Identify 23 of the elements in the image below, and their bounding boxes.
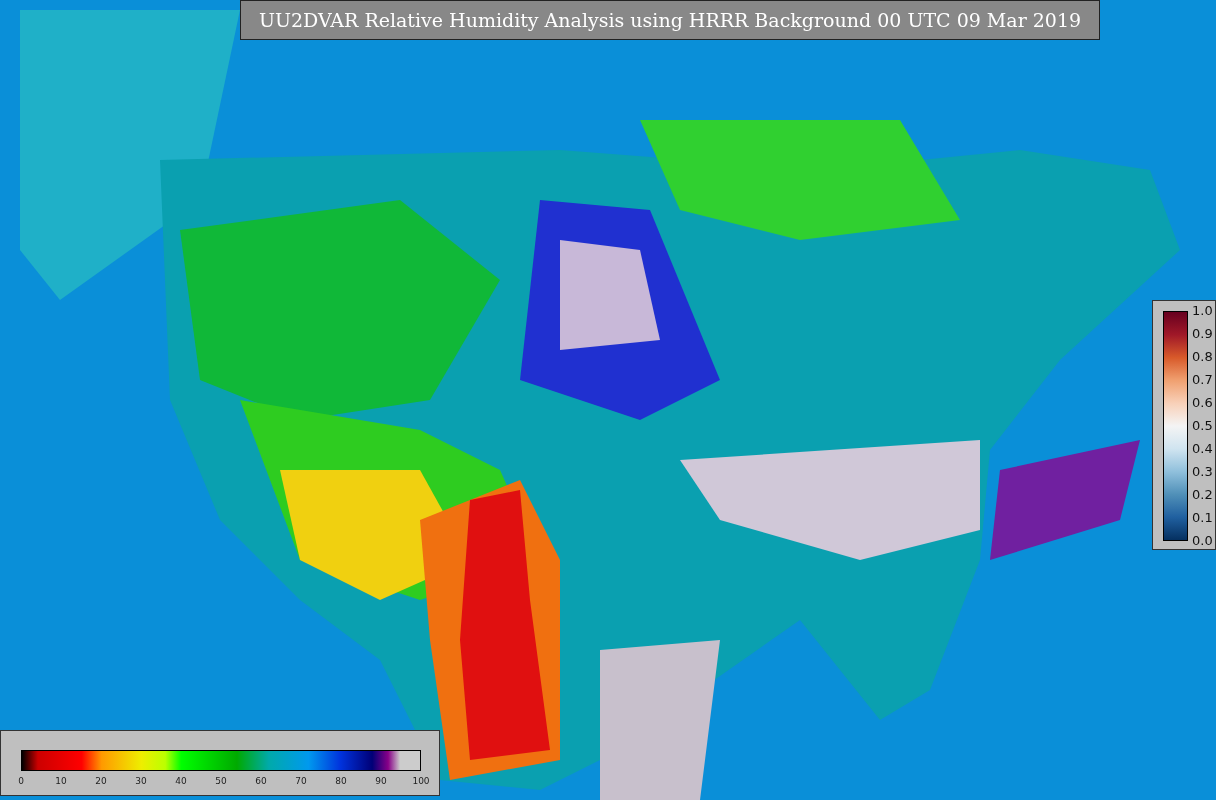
tick-label: 0.2: [1192, 487, 1213, 503]
tick-label: 0.5: [1192, 418, 1213, 434]
tick-label: 0.6: [1192, 395, 1213, 411]
tick-label: 40: [174, 775, 188, 788]
tick-label: 90: [374, 775, 388, 788]
tick-label: 0.3: [1192, 464, 1213, 480]
tick-label: 0: [17, 775, 25, 788]
map-title: UU2DVAR Relative Humidity Analysis using HRRR Background 00 UTC 09 Mar 2019: [240, 0, 1100, 40]
tick-label: 100: [411, 775, 431, 788]
tick-label: 50: [214, 775, 228, 788]
tick-label: 70: [294, 775, 308, 788]
tick-label: 10: [54, 775, 68, 788]
tick-label: 0.9: [1192, 326, 1213, 342]
tick-label: 1.0: [1192, 303, 1213, 319]
tick-label: 80: [334, 775, 348, 788]
tick-label: 0.7: [1192, 372, 1213, 388]
tick-label: 0.1: [1192, 510, 1213, 526]
tick-label: 0.8: [1192, 349, 1213, 365]
tick-label: 0.4: [1192, 441, 1213, 457]
tick-label: 60: [254, 775, 268, 788]
tick-label: 20: [94, 775, 108, 788]
tick-label: 0.0: [1192, 533, 1213, 549]
tick-label: 30: [134, 775, 148, 788]
